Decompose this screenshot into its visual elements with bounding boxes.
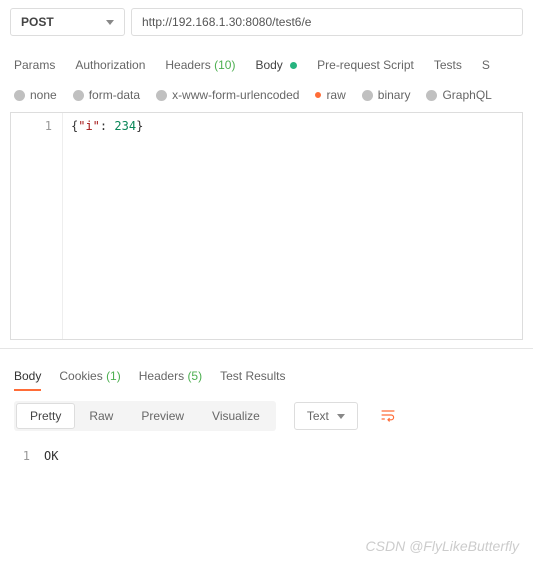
response-lang-select[interactable]: Text xyxy=(294,402,358,430)
request-tabs: Params Authorization Headers (10) Body P… xyxy=(0,46,533,78)
format-preview[interactable]: Preview xyxy=(127,403,198,429)
editor-gutter: 1 xyxy=(11,113,63,339)
format-segments: Pretty Raw Preview Visualize xyxy=(14,401,276,431)
body-type-raw[interactable]: raw xyxy=(315,88,345,102)
tab-prerequest[interactable]: Pre-request Script xyxy=(317,52,414,78)
tab-settings-cut[interactable]: S xyxy=(482,52,490,78)
body-type-row: none form-data x-www-form-urlencoded raw… xyxy=(0,78,533,112)
tab-headers[interactable]: Headers (10) xyxy=(165,52,235,78)
response-text: OK xyxy=(44,449,58,463)
resp-tab-headers[interactable]: Headers (5) xyxy=(139,363,202,389)
request-body-editor[interactable]: 1 {"i": 234} xyxy=(10,112,523,340)
resp-tab-cookies[interactable]: Cookies (1) xyxy=(59,363,120,389)
response-gutter: 1 xyxy=(14,449,44,463)
body-type-xwww[interactable]: x-www-form-urlencoded xyxy=(156,88,299,102)
tab-authorization[interactable]: Authorization xyxy=(75,52,145,78)
chevron-down-icon xyxy=(106,20,114,25)
format-raw[interactable]: Raw xyxy=(75,403,127,429)
http-method-value: POST xyxy=(21,15,54,29)
response-format-row: Pretty Raw Preview Visualize Text xyxy=(0,389,533,443)
http-method-select[interactable]: POST xyxy=(10,8,125,36)
editor-content[interactable]: {"i": 234} xyxy=(63,113,522,339)
modified-indicator-icon xyxy=(290,62,297,69)
radio-icon xyxy=(362,90,373,101)
tab-headers-label: Headers xyxy=(165,58,210,72)
response-tabs: Body Cookies (1) Headers (5) Test Result… xyxy=(0,355,533,389)
tab-tests[interactable]: Tests xyxy=(434,52,462,78)
tab-body-label: Body xyxy=(255,58,282,72)
format-pretty[interactable]: Pretty xyxy=(16,403,75,429)
radio-icon xyxy=(426,90,437,101)
body-type-formdata[interactable]: form-data xyxy=(73,88,140,102)
tab-body[interactable]: Body xyxy=(255,52,297,78)
watermark: CSDN @FlyLikeButterfly xyxy=(366,538,519,554)
body-type-none[interactable]: none xyxy=(14,88,57,102)
tab-headers-count: (10) xyxy=(214,58,235,72)
resp-tab-testresults[interactable]: Test Results xyxy=(220,363,285,389)
wrap-lines-icon[interactable] xyxy=(376,404,400,429)
body-type-binary[interactable]: binary xyxy=(362,88,411,102)
tab-params[interactable]: Params xyxy=(14,52,55,78)
format-visualize[interactable]: Visualize xyxy=(198,403,274,429)
radio-icon xyxy=(14,90,25,101)
divider xyxy=(0,348,533,349)
body-type-graphql[interactable]: GraphQL xyxy=(426,88,491,102)
response-body: 1 OK xyxy=(0,443,533,469)
chevron-down-icon xyxy=(337,414,345,419)
radio-icon xyxy=(156,90,167,101)
radio-selected-icon xyxy=(315,92,321,98)
url-input[interactable] xyxy=(131,8,523,36)
radio-icon xyxy=(73,90,84,101)
resp-tab-body[interactable]: Body xyxy=(14,363,41,389)
request-bar: POST xyxy=(0,0,533,46)
